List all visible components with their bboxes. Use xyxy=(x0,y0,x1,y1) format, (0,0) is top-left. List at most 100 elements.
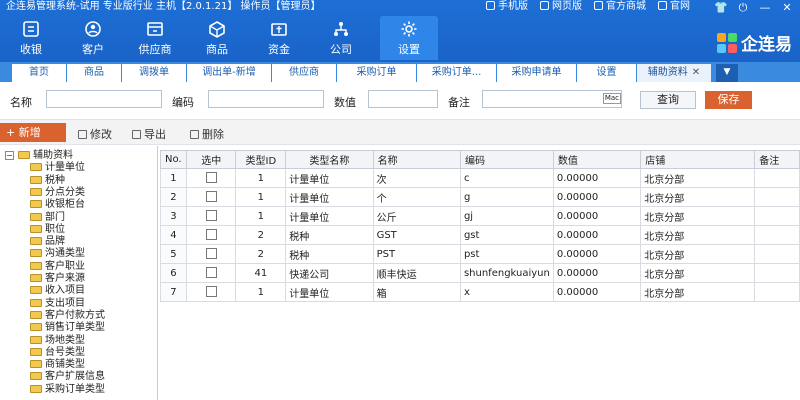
cell-type-name: 快递公司 xyxy=(285,263,374,283)
tree-item[interactable]: 支出项目 xyxy=(30,298,85,310)
cart-icon xyxy=(594,1,603,10)
tab-transfer-order[interactable]: 调拨单 xyxy=(122,64,187,82)
folder-icon xyxy=(30,274,42,282)
tree-item[interactable]: 收银柜台 xyxy=(30,199,85,211)
col-code[interactable]: 编码 xyxy=(459,150,554,169)
minimize-button[interactable]: — xyxy=(758,1,772,15)
edit-button[interactable]: 修改 xyxy=(78,126,112,142)
nav-item-company[interactable]: 公司 xyxy=(310,16,372,60)
row-checkbox[interactable] xyxy=(205,267,217,278)
note-input[interactable] xyxy=(482,90,622,108)
col-name[interactable]: 名称 xyxy=(372,150,461,169)
tab-supplier[interactable]: 供应商 xyxy=(272,64,337,82)
row-checkbox[interactable] xyxy=(205,248,217,259)
collapse-icon[interactable]: − xyxy=(5,151,14,160)
tree-item[interactable]: 品牌 xyxy=(30,236,65,248)
nav-item-money[interactable]: 资金 xyxy=(248,16,310,60)
row-checkbox[interactable] xyxy=(205,210,217,221)
tree-item[interactable]: 部门 xyxy=(30,212,65,224)
col-select[interactable]: 选中 xyxy=(185,150,237,169)
value-input[interactable] xyxy=(368,90,438,108)
tree-item[interactable]: 税种 xyxy=(30,175,65,187)
table-row[interactable]: 6 41 快递公司 顺丰快运 shunfengkuaiyun 0.00000 北京分部 xyxy=(160,263,800,283)
tree-item[interactable]: 职位 xyxy=(30,224,65,236)
tree-item[interactable]: 场地类型 xyxy=(30,335,85,347)
row-checkbox[interactable] xyxy=(205,229,217,240)
tree-root[interactable]: 辅助资料 xyxy=(18,150,73,162)
code-input[interactable] xyxy=(208,90,324,108)
table-row[interactable]: 2 1 计量单位个 g 0.00000 北京分部 xyxy=(160,187,800,207)
close-tab-icon[interactable]: ✕ xyxy=(692,67,700,78)
folder-icon xyxy=(30,175,42,184)
tab-overflow-dropdown-icon[interactable]: ▼ xyxy=(716,64,738,82)
cell-type-id: 2 xyxy=(235,244,287,264)
tree-item[interactable]: 计量单位 xyxy=(30,162,85,174)
folder-icon xyxy=(30,298,42,307)
export-button[interactable]: 导出 xyxy=(132,126,166,142)
row-checkbox[interactable] xyxy=(205,172,217,183)
col-no[interactable]: No. xyxy=(160,150,187,169)
nav-item-cashier[interactable]: 收银 xyxy=(0,16,62,60)
nav-item-settings[interactable]: 设置 xyxy=(380,16,438,60)
tab-purchase-order[interactable]: 采购订单 xyxy=(337,64,417,82)
delete-button[interactable]: 删除 xyxy=(190,126,224,142)
cell-type-name: 计量单位 xyxy=(285,282,374,302)
cell-value: 0.00000 xyxy=(552,187,642,207)
folder-icon xyxy=(30,360,42,369)
tree-item[interactable]: 采购订单类型 xyxy=(30,384,105,396)
add-button[interactable]: + 新增 xyxy=(0,123,66,142)
tab-purchase-order-more[interactable]: 采购订单... xyxy=(417,64,497,82)
tree-item[interactable]: 分点分类 xyxy=(30,187,85,199)
table-row[interactable]: 4 2 税种 GST gst 0.00000 北京分部 xyxy=(160,225,800,245)
mobile-link[interactable]: 手机版 xyxy=(486,0,528,14)
tab-home[interactable]: 首页 xyxy=(12,64,67,82)
tree-item[interactable]: 客户来源 xyxy=(30,273,85,285)
web-link[interactable]: 网页版 xyxy=(540,0,582,14)
table-row[interactable]: 5 2 税种 PST pst 0.00000 北京分部 xyxy=(160,244,800,264)
tab-settings[interactable]: 设置 xyxy=(577,64,637,82)
folder-icon xyxy=(18,151,30,159)
col-type-name[interactable]: 类型名称 xyxy=(285,150,374,169)
tab-goods[interactable]: 商品 xyxy=(67,64,122,82)
tree-item[interactable]: 台号类型 xyxy=(30,347,85,359)
tree-item[interactable]: 收入项目 xyxy=(30,285,85,297)
tree-item[interactable]: 销售订单类型 xyxy=(30,322,105,334)
code-label: 编码 xyxy=(172,96,194,109)
tree-item[interactable]: 客户职业 xyxy=(30,261,85,273)
nav-item-supplier[interactable]: 供应商 xyxy=(124,16,186,60)
table-row[interactable]: 1 1 计量单位次 c 0.00000 北京分部 xyxy=(160,168,800,188)
query-button[interactable]: 查询 xyxy=(640,91,696,109)
tab-purchase-request[interactable]: 采购申请单 xyxy=(497,64,577,82)
mall-link[interactable]: 官方商城 xyxy=(594,0,646,14)
cell-note xyxy=(754,168,800,188)
tree-item[interactable]: 客户付款方式 xyxy=(30,310,105,322)
shirt-icon[interactable]: 👕 xyxy=(714,1,728,15)
close-window-button[interactable]: ✕ xyxy=(780,1,794,15)
mac-badge[interactable]: Mac xyxy=(602,93,621,104)
table-row[interactable]: 7 1 计量单位箱 x 0.00000 北京分部 xyxy=(160,282,800,302)
tree-item[interactable]: 沟通类型 xyxy=(30,248,85,260)
nav-item-customer[interactable]: 客户 xyxy=(62,16,124,60)
col-type-id[interactable]: 类型ID xyxy=(235,150,287,169)
cell-select xyxy=(185,244,237,264)
table-row[interactable]: 3 1 计量单位 公斤 gj 0.00000 北京分部 xyxy=(160,206,800,226)
cell-name: 箱 xyxy=(372,282,461,302)
nav-item-goods[interactable]: 商品 xyxy=(186,16,248,60)
folder-icon xyxy=(30,237,42,246)
tab-transfer-out-new[interactable]: 调出单-新增 xyxy=(187,64,272,82)
cell-type-id: 1 xyxy=(235,206,287,226)
tree-item[interactable]: 商铺类型 xyxy=(30,359,85,371)
row-checkbox[interactable] xyxy=(205,286,217,297)
power-icon[interactable]: ⏻ xyxy=(736,1,750,15)
row-checkbox[interactable] xyxy=(205,191,217,202)
cell-name: 次 xyxy=(372,168,461,188)
col-note[interactable]: 备注 xyxy=(754,150,800,169)
tab-aux-data[interactable]: 辅助资料 ✕ xyxy=(637,64,712,82)
col-store[interactable]: 店铺 xyxy=(640,150,756,169)
phone-icon xyxy=(486,1,495,10)
official-site-link[interactable]: 官网 xyxy=(658,0,690,14)
col-value[interactable]: 数值 xyxy=(552,150,642,169)
name-input[interactable] xyxy=(46,90,162,108)
save-button[interactable]: 保存 xyxy=(705,91,752,109)
tree-item[interactable]: 客户扩展信息 xyxy=(30,371,105,383)
